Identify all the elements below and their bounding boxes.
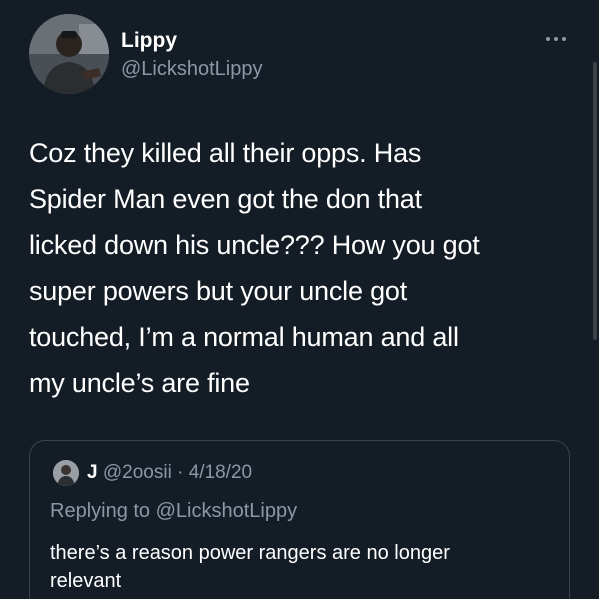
separator-dot: · — [177, 462, 184, 483]
replying-to-mention[interactable]: @LickshotLippy — [156, 500, 297, 522]
author-handle[interactable]: @LickshotLippy — [121, 57, 262, 81]
tweet-card[interactable]: Lippy @LickshotLippy Coz they killed all… — [0, 0, 599, 599]
quoted-author-handle[interactable]: @2oosii — [103, 462, 172, 483]
tweet-text-line: licked down his uncle??? How you got — [29, 230, 480, 260]
replying-to: Replying to @LickshotLippy — [50, 499, 297, 523]
quoted-tweet-card[interactable]: J @2oosii · 4/18/20 Replying to @Licksho… — [29, 440, 570, 599]
more-options-button[interactable] — [536, 27, 576, 51]
tweet-text-line: my uncle’s are fine — [29, 368, 250, 398]
user-photo-avatar-icon — [53, 460, 79, 486]
ellipsis-icon — [546, 37, 566, 41]
quoted-date[interactable]: 4/18/20 — [189, 462, 252, 483]
tweet-text-line: Coz they killed all their opps. Has — [29, 138, 422, 168]
quoted-text-line: relevant — [50, 570, 122, 592]
author-avatar[interactable] — [29, 14, 109, 94]
scrollbar[interactable] — [593, 62, 597, 340]
replying-to-label: Replying to — [50, 500, 151, 522]
tweet-text-line: super powers but your uncle got — [29, 276, 408, 306]
tweet-text-line: touched, I’m a normal human and all — [29, 322, 459, 352]
user-photo-avatar-icon — [29, 14, 109, 94]
quoted-author-name[interactable]: J — [87, 462, 98, 483]
quoted-header: J @2oosii · 4/18/20 — [87, 461, 252, 485]
quoted-author-avatar[interactable] — [53, 460, 79, 486]
quoted-text: there’s a reason power rangers are no lo… — [50, 539, 550, 595]
tweet-text-line: Spider Man even got the don that — [29, 184, 422, 214]
author-display-name[interactable]: Lippy — [121, 29, 177, 53]
quoted-text-line: there’s a reason power rangers are no lo… — [50, 542, 450, 564]
tweet-text: Coz they killed all their opps. Has Spid… — [29, 130, 574, 406]
